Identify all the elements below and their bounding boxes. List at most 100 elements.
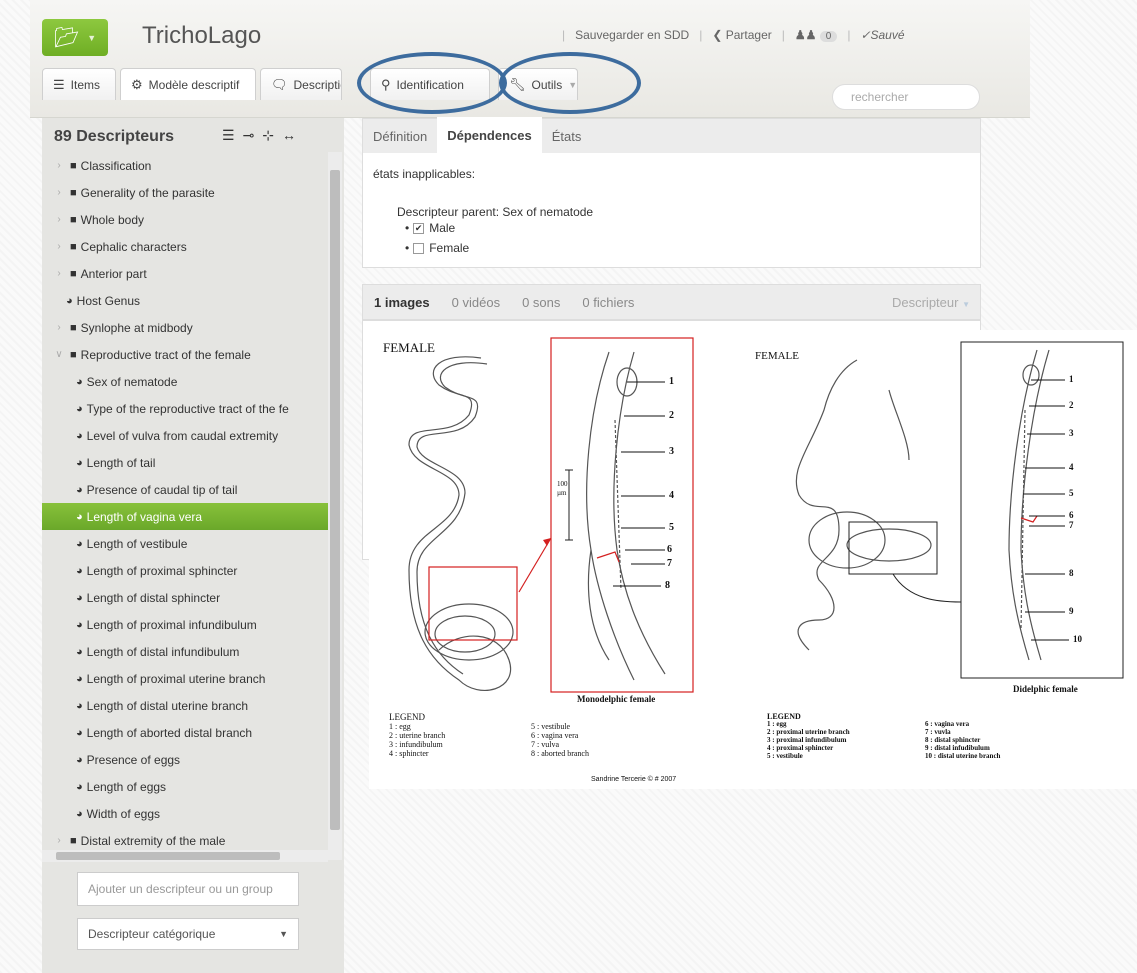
descripteur-dropdown[interactable]: Descripteur ▼ bbox=[892, 295, 970, 310]
sidebar-item[interactable]: ◕ Length of vestibule bbox=[42, 530, 328, 557]
sidebar-item[interactable]: ◕ Length of eggs bbox=[42, 773, 328, 800]
chevron-down-icon[interactable]: ∨ bbox=[52, 349, 66, 360]
tab-definition[interactable]: Définition bbox=[363, 119, 437, 153]
tab-etats[interactable]: États bbox=[542, 119, 592, 153]
left-callout-number: 7 bbox=[667, 558, 672, 569]
chevron-right-icon[interactable]: › bbox=[52, 160, 66, 171]
list-view-icon[interactable]: ☰ bbox=[222, 127, 235, 144]
left-callout-number: 8 bbox=[665, 580, 670, 591]
tab-fichiers[interactable]: 0 fichiers bbox=[571, 295, 645, 310]
sidebar-item[interactable]: › ■ Whole body bbox=[42, 206, 328, 233]
chevron-right-icon[interactable]: › bbox=[52, 241, 66, 252]
descriptor-count-heading: 89 Descripteurs bbox=[54, 128, 175, 145]
chevron-right-icon[interactable]: › bbox=[52, 835, 66, 846]
comment-icon: ◕ bbox=[76, 456, 83, 469]
legend-entry: 4 : sphincter bbox=[389, 749, 429, 758]
folder-icon: ■ bbox=[70, 213, 77, 226]
legend-entry: 2 : proximal uterine branch bbox=[767, 728, 850, 736]
sidebar-item[interactable]: ◕ Presence of caudal tip of tail bbox=[42, 476, 328, 503]
sidebar-item[interactable]: ◕ Width of eggs bbox=[42, 800, 328, 827]
chevron-right-icon[interactable]: › bbox=[52, 187, 66, 198]
tab-videos[interactable]: 0 vidéos bbox=[441, 295, 511, 310]
tab-sons[interactable]: 0 sons bbox=[511, 295, 571, 310]
state-item-female[interactable]: • Female bbox=[405, 241, 469, 255]
legend-entry: 6 : vagina vera bbox=[531, 731, 579, 740]
resize-width-icon[interactable]: ↔ bbox=[282, 127, 296, 144]
sidebar-item[interactable]: ◕ Length of proximal sphincter bbox=[42, 557, 328, 584]
users-button[interactable]: ♟♟ 0 bbox=[795, 28, 838, 42]
sidebar-item-label: Synlophe at midbody bbox=[80, 320, 193, 335]
comment-icon: ◕ bbox=[66, 294, 73, 307]
sidebar-item[interactable]: ◕ Type of the reproductive tract of the f… bbox=[42, 395, 328, 422]
sidebar-item[interactable]: ◕ Length of distal infundibulum bbox=[42, 638, 328, 665]
legend-entry: 5 : vestibule bbox=[531, 722, 571, 731]
folder-menu-button[interactable]: 📂︎ ▼ bbox=[42, 19, 108, 56]
chevron-right-icon[interactable]: › bbox=[52, 268, 66, 279]
sidebar-item[interactable]: ◕ Length of distal sphincter bbox=[42, 584, 328, 611]
sidebar-item[interactable]: ◕ Length of tail bbox=[42, 449, 328, 476]
left-legend-col-a: 1 : egg 2 : uterine branch 3 : infundibulu… bbox=[389, 722, 445, 758]
legend-entry: 9 : distal infudibulum bbox=[925, 744, 990, 752]
sidebar-item[interactable]: ◕ Length of proximal infundibulum bbox=[42, 611, 328, 638]
sidebar-item-label: Length of proximal sphincter bbox=[86, 563, 238, 578]
app-title: TrichoLago bbox=[142, 22, 262, 49]
legend-entry: 3 : proximal infundibulum bbox=[767, 736, 847, 744]
comment-icon: ◕ bbox=[76, 591, 83, 604]
left-callout-number: 6 bbox=[667, 544, 672, 555]
tab-images[interactable]: 1 images bbox=[363, 295, 441, 310]
state-item-male[interactable]: • ✔ Male bbox=[405, 221, 455, 235]
caret-down-icon: ▼ bbox=[279, 929, 288, 939]
sidebar-item[interactable]: ◕ Length of proximal uterine branch bbox=[42, 665, 328, 692]
sidebar-item[interactable]: › ■ Synlophe at midbody bbox=[42, 314, 328, 341]
sidebar-item[interactable]: ◕ Length of vagina vera bbox=[42, 503, 328, 530]
chevron-right-icon[interactable]: › bbox=[52, 214, 66, 225]
sidebar-item-label: Width of eggs bbox=[86, 806, 161, 821]
sidebar-item-label: Type of the reproductive tract of the fe bbox=[86, 401, 289, 416]
save-sdd-link[interactable]: Sauvegarder en SDD bbox=[575, 28, 689, 42]
tab-items[interactable]: ☰ Items bbox=[42, 68, 116, 100]
sidebar-item[interactable]: › ■ Anterior part bbox=[42, 260, 328, 287]
checkbox-checked-icon[interactable]: ✔ bbox=[413, 223, 425, 235]
chevron-right-icon[interactable]: › bbox=[52, 322, 66, 333]
sidebar-vertical-scrollbar[interactable] bbox=[328, 152, 342, 860]
users-count-badge: 0 bbox=[819, 31, 838, 42]
search-input[interactable]: rechercher bbox=[832, 84, 980, 110]
right-callout-number: 10 bbox=[1073, 634, 1082, 644]
comment-icon: ◕ bbox=[76, 645, 83, 658]
sidebar-item[interactable]: › ■ Generality of the parasite bbox=[42, 179, 328, 206]
caret-down-icon: ▼ bbox=[962, 299, 970, 309]
legend-entry: 2 : uterine branch bbox=[389, 731, 446, 740]
check-icon: ✓ bbox=[860, 28, 871, 42]
sidebar-item[interactable]: ◕ Level of vulva from caudal extremity bbox=[42, 422, 328, 449]
expand-tree-icon[interactable]: ⊹ bbox=[262, 127, 274, 144]
comment-icon: ◕ bbox=[76, 564, 83, 577]
scale-bar-label: 100 µm bbox=[557, 480, 568, 497]
nematode-figure-image[interactable]: FEMALE FEMALE 100 µm Monodelphic female … bbox=[369, 330, 1137, 789]
share-link[interactable]: ❮ Partager bbox=[712, 28, 771, 42]
sidebar-item[interactable]: ◕ Length of distal uterine branch bbox=[42, 692, 328, 719]
sidebar-item-label: Length of vagina vera bbox=[86, 509, 203, 524]
left-legend-title: LEGEND bbox=[389, 712, 425, 722]
add-descriptor-input[interactable]: Ajouter un descripteur ou un group bbox=[77, 872, 299, 906]
detail-tabs: Définition Dépendences États bbox=[363, 117, 980, 153]
tab-dependences[interactable]: Dépendences bbox=[437, 117, 542, 153]
checkbox-unchecked-icon[interactable] bbox=[413, 243, 425, 255]
sidebar-horizontal-scrollbar[interactable] bbox=[42, 850, 328, 862]
collapse-tree-icon[interactable]: ⊸ bbox=[243, 127, 255, 144]
sidebar-item[interactable]: › ■ Cephalic characters bbox=[42, 233, 328, 260]
sidebar-item[interactable]: ∨ ■ Reproductive tract of the female bbox=[42, 341, 328, 368]
tab-description[interactable]: 🗨︎ Descriptio bbox=[260, 68, 342, 100]
right-callout-number: 9 bbox=[1069, 606, 1074, 616]
sidebar-item[interactable]: › ■ Classification bbox=[42, 152, 328, 179]
sidebar-item[interactable]: ◕ Host Genus bbox=[42, 287, 328, 314]
sidebar-item-label: Classification bbox=[80, 158, 152, 173]
sidebar-item-label: Length of proximal infundibulum bbox=[86, 617, 257, 632]
sidebar-item-label: Level of vulva from caudal extremity bbox=[86, 428, 279, 443]
sidebar-item[interactable]: ◕ Length of aborted distal branch bbox=[42, 719, 328, 746]
sidebar-item[interactable]: ◕ Presence of eggs bbox=[42, 746, 328, 773]
sidebar-item[interactable]: ◕ Sex of nematode bbox=[42, 368, 328, 395]
descriptor-type-select[interactable]: Descripteur catégorique ▼ bbox=[77, 918, 299, 950]
tab-modele-descriptif[interactable]: ⚙ Modèle descriptif bbox=[120, 68, 256, 100]
right-callout-number: 8 bbox=[1069, 568, 1074, 578]
sidebar-item-label: Host Genus bbox=[76, 293, 141, 308]
